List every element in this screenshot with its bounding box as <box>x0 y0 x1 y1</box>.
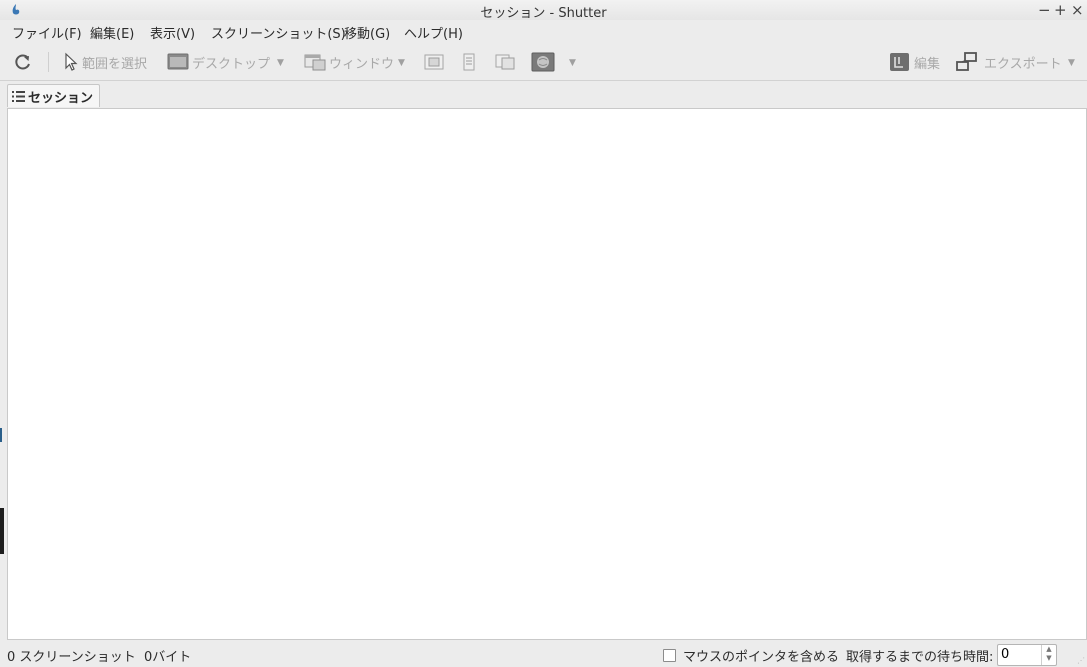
cursor-arrow-icon <box>65 52 78 71</box>
export-button[interactable]: エクスポート <box>955 50 1062 74</box>
select-area-button[interactable]: 範囲を選択 <box>63 50 147 74</box>
spinner-arrows[interactable]: ▲ ▼ <box>1041 645 1056 665</box>
window-dropdown-arrow[interactable]: ▼ <box>398 58 405 68</box>
export-icon <box>956 52 977 71</box>
delay-label: 取得するまでの待ち時間: <box>846 650 994 665</box>
edit-label: 編集 <box>914 56 941 72</box>
edit-button[interactable]: 編集 <box>889 50 940 74</box>
menu-file[interactable]: ファイル(F) <box>12 23 82 42</box>
toolbar: 範囲を選択 デスクトップ ▼ ウィンドウ ▼ ▼ 編集 エクスポート ▼ <box>0 44 1087 81</box>
tab-session[interactable]: セッション <box>7 84 101 107</box>
desktop-edge-artifact <box>0 428 2 442</box>
session-view[interactable] <box>7 108 1087 640</box>
menu-go[interactable]: 移動(G) <box>344 23 390 42</box>
desktop-edge-artifact <box>0 508 4 554</box>
delay-spinner[interactable]: ▲▼ <box>997 644 1057 666</box>
select-area-label: 範囲を選択 <box>82 56 148 72</box>
desktop-button[interactable]: デスクトップ <box>167 50 270 74</box>
section-icon <box>424 54 444 70</box>
status-bar: 0 スクリーンショット 0バイト マウスのポインタを含める 取得するまでの待ち時… <box>0 641 1087 667</box>
resize-grip[interactable]: ⋰ <box>1077 656 1085 665</box>
tab-session-label: セッション <box>28 90 94 106</box>
window-label: ウィンドウ <box>329 56 395 72</box>
tooltip-capture-icon <box>495 54 515 70</box>
menu-view[interactable]: 表示(V) <box>150 23 195 42</box>
tooltip-capture-button[interactable] <box>494 50 516 74</box>
toolbar-separator <box>48 52 49 72</box>
menu-edit[interactable]: 編集(E) <box>90 23 134 42</box>
close-button[interactable]: × <box>1071 1 1084 19</box>
desktop-dropdown-arrow[interactable]: ▼ <box>277 58 284 68</box>
include-pointer-label[interactable]: マウスのポインタを含める <box>683 646 839 665</box>
section-button[interactable] <box>423 50 445 74</box>
window-icon <box>304 54 326 71</box>
menu-capture-icon <box>463 53 475 71</box>
refresh-button[interactable] <box>13 50 33 74</box>
session-tab-bar: セッション <box>0 81 1087 108</box>
refresh-icon <box>15 54 30 70</box>
menu-capture-button[interactable] <box>459 50 479 74</box>
web-capture-button[interactable] <box>531 50 555 74</box>
web-capture-icon <box>531 52 555 72</box>
menu-help[interactable]: ヘルプ(H) <box>404 23 463 42</box>
title-bar: セッション - Shutter − + × <box>0 0 1087 21</box>
export-label: エクスポート <box>984 56 1062 72</box>
menu-screenshot[interactable]: スクリーンショット(S) <box>211 23 346 42</box>
list-icon <box>12 90 25 102</box>
screenshot-summary: 0 スクリーンショット 0バイト <box>7 650 192 665</box>
window-button[interactable]: ウィンドウ <box>304 50 394 74</box>
menu-bar: ファイル(F) 編集(E) 表示(V) スクリーンショット(S) 移動(G) ヘ… <box>0 20 1087 42</box>
window-title: セッション - Shutter <box>480 6 607 21</box>
delay-input[interactable] <box>998 645 1035 663</box>
export-dropdown-arrow[interactable]: ▼ <box>1068 58 1075 68</box>
web-capture-dropdown-arrow[interactable]: ▼ <box>569 58 576 68</box>
include-pointer-checkbox[interactable] <box>663 649 676 662</box>
maximize-button[interactable]: + <box>1054 1 1067 19</box>
desktop-icon <box>167 53 189 70</box>
desktop-label: デスクトップ <box>192 56 271 72</box>
minimize-button[interactable]: − <box>1038 1 1051 19</box>
editor-icon <box>890 53 909 71</box>
